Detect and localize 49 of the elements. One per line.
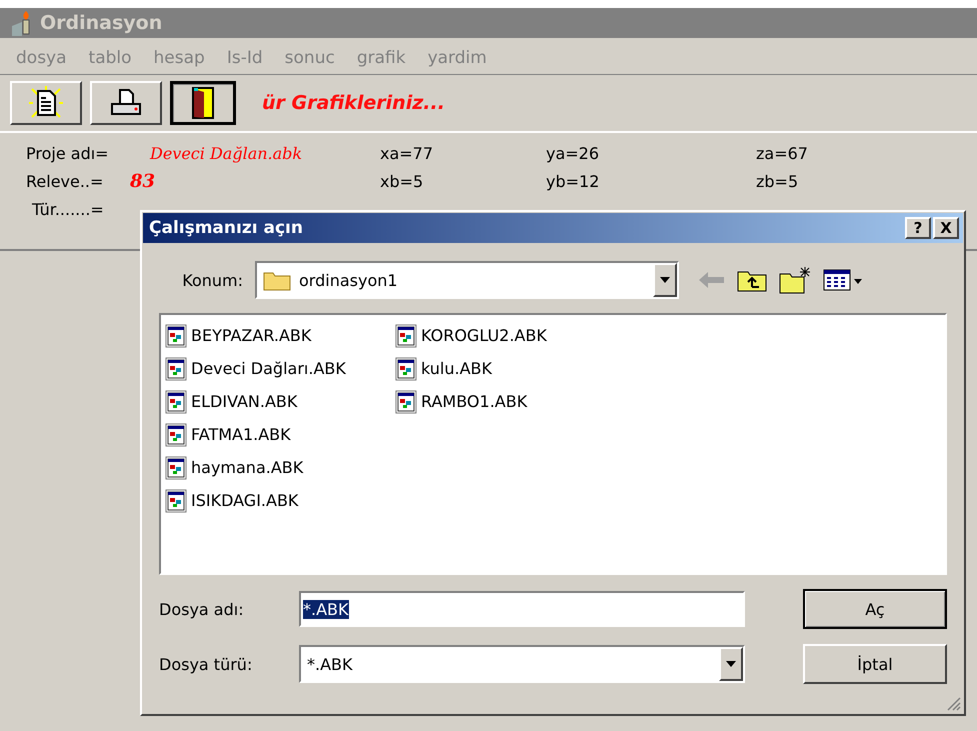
help-button[interactable]: ?	[905, 217, 931, 239]
new-folder-icon[interactable]	[779, 266, 811, 294]
file-item[interactable]: FATMA1.ABK	[165, 418, 395, 451]
file-icon	[165, 456, 187, 480]
coordinate-value: zb=5	[756, 172, 800, 190]
coordinate-value: xb=5	[380, 172, 424, 190]
filename-label: Dosya adı:	[159, 600, 245, 618]
file-icon	[165, 356, 187, 380]
coordinate-value: ya=26	[546, 144, 600, 162]
field-label: Proje adı=	[26, 144, 110, 162]
file-icon	[165, 488, 187, 512]
file-icon	[395, 356, 417, 380]
coordinate-value: xa=77	[380, 144, 434, 162]
file-item[interactable]: ELDIVAN.ABK	[165, 385, 395, 418]
releve-value: 83	[129, 170, 156, 192]
field-label: Releve..=	[26, 172, 104, 190]
filetype-dropdown[interactable]: *.ABK	[299, 645, 745, 683]
filetype-label: Dosya türü:	[159, 654, 254, 674]
resize-grip-icon[interactable]	[945, 695, 961, 711]
door-icon	[191, 86, 215, 120]
location-label: Konum:	[181, 270, 243, 290]
file-item[interactable]: ISIKDAGI.ABK	[165, 484, 395, 517]
file-icon	[165, 324, 187, 348]
file-icon	[165, 390, 187, 414]
file-icon	[395, 324, 417, 348]
file-item[interactable]: Deveci Dağları.ABK	[165, 352, 395, 385]
window-title: Ordinasyon	[40, 12, 162, 34]
file-icon	[395, 390, 417, 414]
printer-icon	[109, 88, 143, 118]
file-item[interactable]: KOROGLU2.ABK	[395, 319, 625, 352]
close-button[interactable]: X	[933, 217, 959, 239]
document-icon	[29, 86, 63, 120]
coordinate-value: yb=12	[546, 172, 600, 190]
toolbar-caption: ür Grafikleriniz...	[262, 92, 445, 114]
coordinate-value: za=67	[756, 144, 809, 162]
location-dropdown[interactable]: ordinasyon1	[255, 261, 679, 299]
toolbar-button[interactable]	[170, 81, 236, 125]
field-label: Tür.......=	[31, 200, 105, 218]
project-name: Deveci Dağlan.abk	[148, 144, 304, 162]
dialog-title: Çalışmanızı açın	[149, 218, 303, 238]
cancel-button[interactable]: İptal	[803, 644, 947, 684]
file-item[interactable]: haymana.ABK	[165, 451, 395, 484]
file-icon	[165, 422, 187, 446]
file-item[interactable]: RAMBO1.ABK	[395, 385, 625, 418]
file-item[interactable]: BEYPAZAR.ABK	[165, 319, 395, 352]
view-menu-icon[interactable]	[823, 268, 865, 292]
file-item[interactable]: kulu.ABK	[395, 352, 625, 385]
filename-field[interactable]: *.ABK	[299, 591, 745, 627]
open-button[interactable]: Aç	[803, 589, 947, 629]
